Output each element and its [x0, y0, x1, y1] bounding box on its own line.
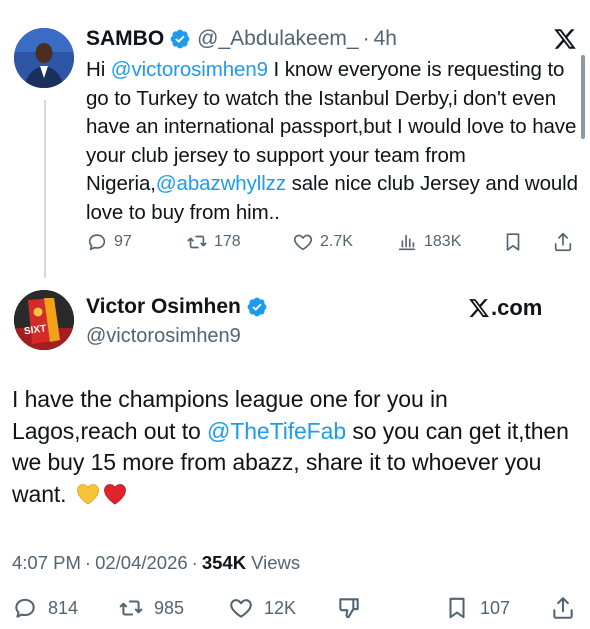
x-logo-icon[interactable] [553, 27, 577, 51]
x-com-brand: .com [468, 292, 576, 324]
like-button[interactable]: 12K [228, 594, 296, 622]
tweet-action-bar: 814 985 12K 107 [12, 594, 578, 624]
display-name[interactable]: SAMBO [86, 27, 164, 51]
reply-header: SAMBO @_Abdulakeem_ · 4h [86, 24, 397, 54]
mention-link[interactable]: @TheTifeFab [207, 418, 346, 444]
tweet-text: I have the champions league one for you … [12, 384, 572, 510]
reply-count: 97 [114, 233, 132, 250]
share-icon [553, 597, 573, 619]
verified-badge-icon [170, 29, 190, 49]
bookmark-button[interactable]: 107 [444, 594, 510, 622]
view-count: 183K [424, 233, 462, 250]
repost-icon [119, 600, 143, 616]
like-count: 12K [264, 597, 297, 618]
repost-button[interactable]: 985 [118, 594, 184, 622]
repost-count: 985 [154, 597, 185, 618]
mention-link[interactable]: @victorosimhen9 [111, 58, 268, 81]
yellow-heart-icon [76, 483, 99, 504]
bookmark-count: 107 [480, 597, 511, 618]
share-button[interactable] [550, 594, 576, 622]
dislike-button[interactable] [336, 594, 362, 622]
bookmark-icon [506, 233, 520, 251]
red-heart-icon [103, 483, 126, 504]
avatar[interactable] [14, 28, 74, 88]
date[interactable]: 02/04/2026 [95, 552, 188, 574]
bookmark-icon [449, 597, 465, 619]
like-icon [293, 234, 313, 251]
handle[interactable]: @victorosimhen9 [86, 322, 241, 350]
dislike-icon [339, 598, 359, 619]
repost-button[interactable]: 178 [186, 228, 241, 256]
views-button[interactable]: 183K [396, 228, 461, 256]
thread-line [44, 100, 46, 278]
separator: · [362, 27, 370, 50]
display-name-text: Victor Osimhen [86, 295, 241, 318]
bookmark-button[interactable] [502, 228, 524, 256]
reply-icon [88, 234, 106, 251]
mention-link[interactable]: @abazwhyllzz [156, 172, 286, 195]
verified-badge-icon [247, 297, 267, 317]
views-label: Views [251, 552, 301, 573]
handle[interactable]: @_Abdulakeem_ [197, 27, 358, 51]
tweet-meta: 4:07 PM · 02/04/2026 · 354K Views [12, 548, 300, 578]
repost-count: 178 [214, 233, 241, 250]
like-button[interactable]: 2.7K [292, 228, 353, 256]
reply-icon [15, 598, 35, 618]
reply-button[interactable]: 814 [12, 594, 78, 622]
reply-tweet[interactable]: SAMBO @_Abdulakeem_ · 4h Hi @victorosimh… [0, 0, 590, 290]
views-icon [398, 234, 416, 251]
timestamp[interactable]: 4h [374, 27, 397, 51]
display-name[interactable]: Victor Osimhen [86, 292, 274, 322]
separator: · [84, 552, 92, 573]
scrollbar[interactable] [581, 55, 585, 139]
reply-text: Hi @victorosimhen9 I know everyone is re… [86, 56, 582, 227]
x-logo-icon [469, 299, 489, 317]
brand-text: .com [491, 295, 543, 320]
separator: · [191, 552, 198, 573]
text-segment: Hi [86, 58, 111, 81]
view-count: 354K [201, 552, 247, 573]
reply-action-bar: 97 178 2.7K 183K [86, 228, 578, 256]
reply-button[interactable]: 97 [86, 228, 132, 256]
share-icon [554, 232, 572, 252]
repost-icon [187, 235, 207, 249]
timestamp[interactable]: 4:07 PM [12, 552, 81, 574]
like-count: 2.7K [320, 233, 353, 250]
share-button[interactable] [552, 228, 574, 256]
avatar[interactable]: SIXT [14, 290, 74, 350]
reply-count: 814 [48, 597, 79, 618]
like-icon [230, 599, 252, 618]
